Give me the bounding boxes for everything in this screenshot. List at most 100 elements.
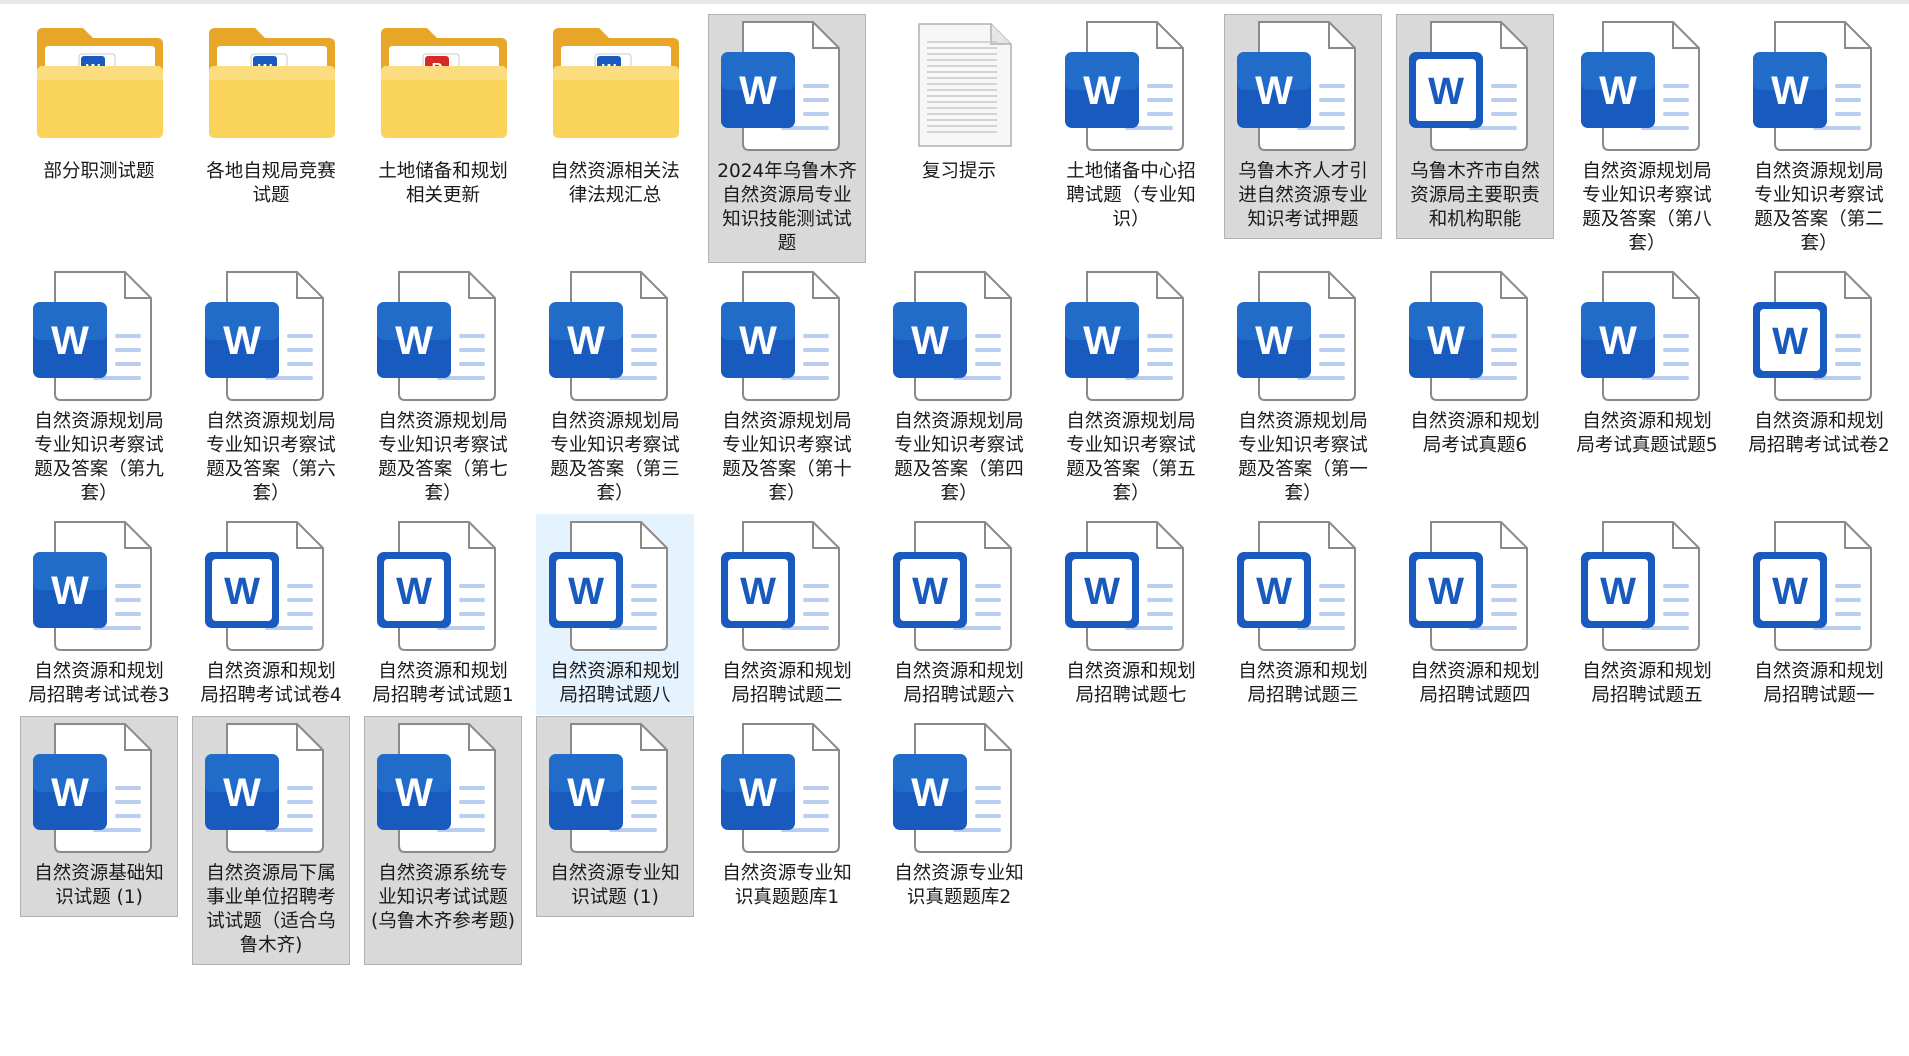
file-item[interactable]: W 自然资源规划局专业知识考察试题及答案（第九套）	[20, 264, 178, 513]
svg-text:W: W	[739, 771, 777, 815]
item-icon: W	[881, 515, 1039, 660]
word-document-icon: W	[1409, 521, 1528, 651]
word-document-icon: W	[1581, 21, 1700, 151]
file-item[interactable]: W 自然资源和规划局考试真题试题5	[1568, 264, 1726, 465]
item-icon: W	[1225, 515, 1383, 660]
file-item[interactable]: W 自然资源和规划局招聘试题五	[1568, 514, 1726, 715]
file-item[interactable]: W 自然资源规划局专业知识考察试题及答案（第五套）	[1052, 264, 1210, 513]
item-icon: W	[1569, 515, 1727, 660]
item-icon: W	[537, 265, 695, 410]
item-label: 自然资源和规划局招聘试题一	[1754, 661, 1884, 706]
item-icon: W	[537, 515, 695, 660]
word-document-icon: W	[377, 723, 496, 853]
item-icon: W	[1397, 515, 1555, 660]
item-label: 自然资源和规划局招聘试题二	[722, 661, 852, 706]
file-item[interactable]: W 自然资源规划局专业知识考察试题及答案（第四套）	[880, 264, 1038, 513]
item-icon: W	[881, 265, 1039, 410]
word-document-icon: W	[205, 723, 324, 853]
svg-text:W: W	[224, 571, 260, 613]
item-label: 自然资源和规划局招聘试题七	[1066, 661, 1196, 706]
item-label: 自然资源规划局专业知识考察试题及答案（第九套）	[34, 411, 164, 504]
file-item[interactable]: W 自然资源和规划局招聘试题六	[880, 514, 1038, 715]
svg-text:W: W	[1083, 319, 1121, 363]
folder-item[interactable]: W 部分职测试题	[20, 14, 178, 191]
item-icon: W	[537, 717, 695, 862]
item-label: 自然资源基础知识试题 (1)	[34, 863, 164, 908]
file-item[interactable]: W 自然资源和规划局招聘考试试卷2	[1740, 264, 1898, 465]
folder-item[interactable]: W 自然资源相关法律法规汇总	[536, 14, 694, 215]
item-label: 自然资源规划局专业知识考察试题及答案（第三套）	[550, 411, 680, 504]
file-item[interactable]: W 自然资源基础知识试题 (1)	[20, 716, 178, 917]
word-document-icon: W	[1065, 521, 1184, 651]
word-document-icon: W	[1753, 21, 1872, 151]
file-item[interactable]: W 自然资源局下属事业单位招聘考试试题（适合乌鲁木齐)	[192, 716, 350, 965]
item-icon: W	[709, 515, 867, 660]
item-icon: W	[193, 515, 351, 660]
item-label: 自然资源和规划局招聘试题五	[1582, 661, 1712, 706]
word-document-icon: W	[893, 723, 1012, 853]
file-item[interactable]: W 自然资源专业知识真题题库1	[708, 716, 866, 917]
word-document-icon: W	[1581, 521, 1700, 651]
item-icon: P	[365, 15, 523, 160]
item-icon: W	[537, 15, 695, 160]
item-icon: W	[21, 717, 179, 862]
file-item[interactable]: W 土地储备中心招聘试题（专业知识）	[1052, 14, 1210, 239]
file-item[interactable]: W 自然资源规划局专业知识考察试题及答案（第一套）	[1224, 264, 1382, 513]
item-label: 乌鲁木齐市自然资源局主要职责和机构职能	[1410, 161, 1540, 230]
word-document-icon: W	[893, 271, 1012, 401]
item-icon: W	[365, 717, 523, 862]
svg-text:W: W	[1084, 571, 1120, 613]
item-icon: W	[1569, 265, 1727, 410]
file-item[interactable]: W 自然资源规划局专业知识考察试题及答案（第十套）	[708, 264, 866, 513]
folder-item[interactable]: W 各地自规局竞赛试题	[192, 14, 350, 215]
item-icon: W	[1741, 15, 1899, 160]
file-item[interactable]: W 乌鲁木齐人才引进自然资源专业知识考试押题	[1224, 14, 1382, 239]
file-item[interactable]: W 自然资源系统专业知识考试试题 (乌鲁木齐参考题)	[364, 716, 522, 965]
item-label: 自然资源规划局专业知识考察试题及答案（第六套）	[206, 411, 336, 504]
file-item[interactable]: W 自然资源专业知识试题 (1)	[536, 716, 694, 917]
file-item[interactable]: W 自然资源专业知识真题题库2	[880, 716, 1038, 917]
word-document-icon: W	[1753, 521, 1872, 651]
svg-text:W: W	[51, 569, 89, 613]
file-item[interactable]: W 自然资源和规划局招聘试题八	[536, 514, 694, 715]
svg-text:W: W	[739, 319, 777, 363]
svg-text:W: W	[911, 319, 949, 363]
file-item[interactable]: 复习提示	[880, 14, 1038, 191]
item-label: 自然资源相关法律法规汇总	[550, 161, 680, 206]
file-item[interactable]: W 自然资源和规划局招聘试题三	[1224, 514, 1382, 715]
file-item[interactable]: W 自然资源和规划局招聘试题一	[1740, 514, 1898, 715]
item-icon: W	[365, 265, 523, 410]
file-item[interactable]: W 2024年乌鲁木齐自然资源局专业知识技能测试试题	[708, 14, 866, 263]
file-item[interactable]: W 自然资源和规划局考试真题6	[1396, 264, 1554, 465]
file-item[interactable]: W 乌鲁木齐市自然资源局主要职责和机构职能	[1396, 14, 1554, 239]
word-document-icon: W	[1581, 271, 1700, 401]
word-document-icon: W	[721, 723, 840, 853]
item-icon: W	[193, 265, 351, 410]
item-label: 自然资源规划局专业知识考察试题及答案（第二套）	[1754, 161, 1884, 254]
item-icon: W	[1741, 265, 1899, 410]
file-item[interactable]: W 自然资源规划局专业知识考察试题及答案（第二套）	[1740, 14, 1898, 263]
file-item[interactable]: W 自然资源和规划局招聘考试试卷4	[192, 514, 350, 715]
file-item[interactable]: W 自然资源规划局专业知识考察试题及答案（第三套）	[536, 264, 694, 513]
item-label: 自然资源专业知识真题题库1	[722, 863, 852, 908]
file-grid: W 部分职测试题 W 各地自规局竞赛试题 P 土地储备和规划相关更新 W 自然资…	[0, 0, 1909, 1056]
file-item[interactable]: W 自然资源规划局专业知识考察试题及答案（第七套）	[364, 264, 522, 513]
item-label: 自然资源局下属事业单位招聘考试试题（适合乌鲁木齐)	[206, 863, 336, 956]
item-label: 各地自规局竞赛试题	[206, 161, 336, 206]
file-item[interactable]: W 自然资源规划局专业知识考察试题及答案（第八套）	[1568, 14, 1726, 263]
item-label: 自然资源和规划局招聘考试试卷2	[1748, 411, 1890, 456]
file-item[interactable]: W 自然资源规划局专业知识考察试题及答案（第六套）	[192, 264, 350, 513]
file-item[interactable]: W 自然资源和规划局招聘考试试题1	[364, 514, 522, 715]
item-icon: W	[1225, 15, 1383, 160]
folder-item[interactable]: P 土地储备和规划相关更新	[364, 14, 522, 215]
word-document-icon: W	[1753, 271, 1872, 401]
file-item[interactable]: W 自然资源和规划局招聘试题二	[708, 514, 866, 715]
word-document-icon: W	[205, 271, 324, 401]
file-item[interactable]: W 自然资源和规划局招聘考试试卷3	[20, 514, 178, 715]
item-icon: W	[1397, 15, 1555, 160]
svg-text:W: W	[1600, 571, 1636, 613]
file-item[interactable]: W 自然资源和规划局招聘试题七	[1052, 514, 1210, 715]
item-label: 自然资源和规划局考试真题试题5	[1576, 411, 1718, 456]
file-item[interactable]: W 自然资源和规划局招聘试题四	[1396, 514, 1554, 715]
item-label: 部分职测试题	[43, 161, 155, 182]
